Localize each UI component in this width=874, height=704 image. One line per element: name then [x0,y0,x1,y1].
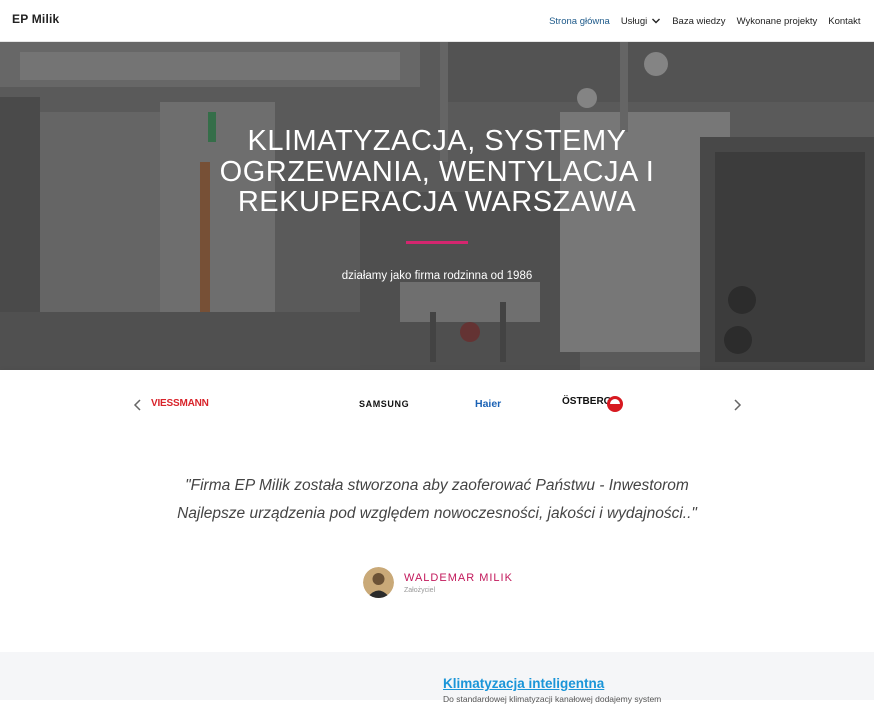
brand-logo-ostberg-text: ÖSTBERG [562,396,612,407]
chevron-left-icon[interactable] [132,398,144,412]
chevron-down-icon [652,18,661,24]
hero-section: KLIMATYZACJA, SYSTEMY OGRZEWANIA, WENTYL… [0,42,874,370]
feature-title-link[interactable]: Klimatyzacja inteligentna [443,676,604,691]
testimonial-section: "Firma EP Milik została stworzona aby za… [0,442,874,652]
chevron-right-icon[interactable] [731,398,743,412]
brand-logo-samsung: SAMSUNG [359,399,410,409]
site-header: EP Milik Strona główna Usługi Baza wiedz… [0,0,874,42]
site-logo[interactable]: EP Milik [12,12,59,26]
hero-divider [406,241,468,244]
nav-item-contact[interactable]: Kontakt [823,16,866,27]
nav-item-knowledge-base[interactable]: Baza wiedzy [667,16,731,27]
nav-item-projects[interactable]: Wykonane projekty [731,16,823,27]
feature-text: Do standardowej klimatyzacji kanałowej d… [443,694,662,704]
brand-logo-haier: Haier [475,398,502,410]
feature-section: Klimatyzacja inteligentna Do standardowe… [0,652,874,704]
hero-subtitle: działamy jako firma rodzinna od 1986 [341,270,533,282]
nav-item-services-label: Usługi [620,15,648,27]
testimonial-quote: "Firma EP Milik została stworzona aby za… [177,477,697,522]
testimonial-role: Założyciel [404,587,436,594]
testimonial-author: WALDEMAR MILIK [404,572,513,584]
avatar [363,567,394,598]
nav-item-services[interactable]: Usługi [615,16,666,27]
brand-carousel: VIESSMANN SAMSUNG Haier ÖSTBERG [0,370,874,442]
brand-logo-viessmann: VIESSMANN [151,398,209,409]
hero-title: KLIMATYZACJA, SYSTEMY OGRZEWANIA, WENTYL… [219,125,655,218]
ostberg-mark-icon [607,396,623,412]
nav-item-home[interactable]: Strona główna [544,16,616,27]
main-nav: Strona główna Usługi Baza wiedzy Wykonan… [544,0,866,42]
brand-logo-ostberg: ÖSTBERG [562,394,626,418]
